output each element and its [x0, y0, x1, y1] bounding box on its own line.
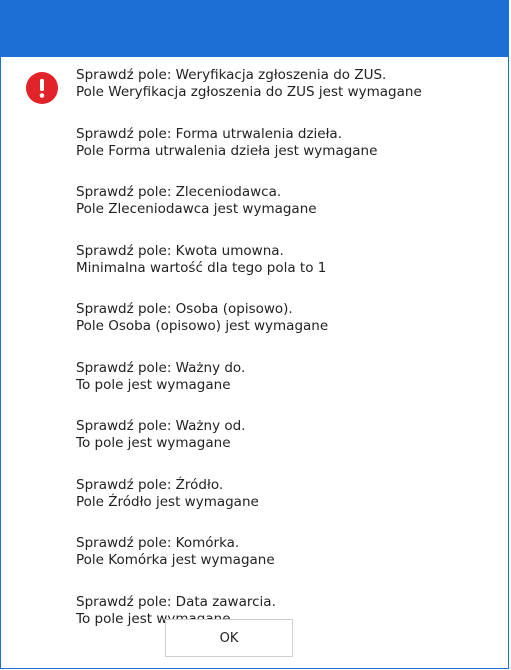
message-detail: Pole Zleceniodawca jest wymagane — [76, 201, 317, 217]
message-title: Sprawdź pole: Kwota umowna. — [76, 242, 284, 259]
message-item: Sprawdź pole: Osoba (opisowo). Pole Osob… — [76, 301, 496, 360]
message-item: Sprawdź pole: Zleceniodawca. Pole Zlecen… — [76, 184, 496, 243]
message-item: Sprawdź pole: Źródło. Pole Źródło jest w… — [76, 477, 496, 536]
message-item: Sprawdź pole: Komórka. Pole Komórka jest… — [76, 535, 496, 594]
message-title: Sprawdź pole: Ważny od. — [76, 418, 246, 434]
message-title: Sprawdź pole: Forma utrwalenia dzieła. — [76, 125, 342, 142]
message-title: Sprawdź pole: Weryfikacja zgłoszenia do … — [76, 67, 387, 83]
message-detail: To pole jest wymagane — [76, 376, 231, 393]
message-detail: Pole Forma utrwalenia dzieła jest wymaga… — [76, 142, 378, 159]
message-detail: Minimalna wartość dla tego pola to 1 — [76, 259, 327, 276]
message-title: Sprawdź pole: Źródło. — [76, 476, 224, 493]
message-detail: Pole Weryfikacja zgłoszenia do ZUS jest … — [76, 84, 422, 100]
ok-button[interactable]: OK — [165, 619, 293, 657]
message-title: Sprawdź pole: Osoba (opisowo). — [76, 301, 293, 317]
message-title: Sprawdź pole: Zleceniodawca. — [76, 184, 282, 200]
message-title: Sprawdź pole: Komórka. — [76, 535, 240, 551]
message-item: Sprawdź pole: Ważny do. To pole jest wym… — [76, 360, 496, 419]
message-detail: Pole Osoba (opisowo) jest wymagane — [76, 318, 329, 334]
message-item: Sprawdź pole: Kwota umowna. Minimalna wa… — [76, 243, 496, 302]
message-item: Sprawdź pole: Ważny od. To pole jest wym… — [76, 418, 496, 477]
message-detail: To pole jest wymagane — [76, 435, 231, 451]
dialog-title-bar[interactable] — [1, 0, 508, 57]
error-dialog: Sprawdź pole: Weryfikacja zgłoszenia do … — [0, 0, 509, 669]
message-item: Sprawdź pole: Forma utrwalenia dzieła. P… — [76, 126, 496, 185]
message-title: Sprawdź pole: Ważny do. — [76, 359, 246, 376]
validation-messages: Sprawdź pole: Weryfikacja zgłoszenia do … — [76, 67, 496, 652]
message-detail: Pole Źródło jest wymagane — [76, 493, 259, 510]
message-title: Sprawdź pole: Data zawarcia. — [76, 593, 276, 610]
error-exclamation-icon — [26, 72, 58, 104]
message-detail: Pole Komórka jest wymagane — [76, 552, 275, 568]
message-item: Sprawdź pole: Weryfikacja zgłoszenia do … — [76, 67, 496, 126]
